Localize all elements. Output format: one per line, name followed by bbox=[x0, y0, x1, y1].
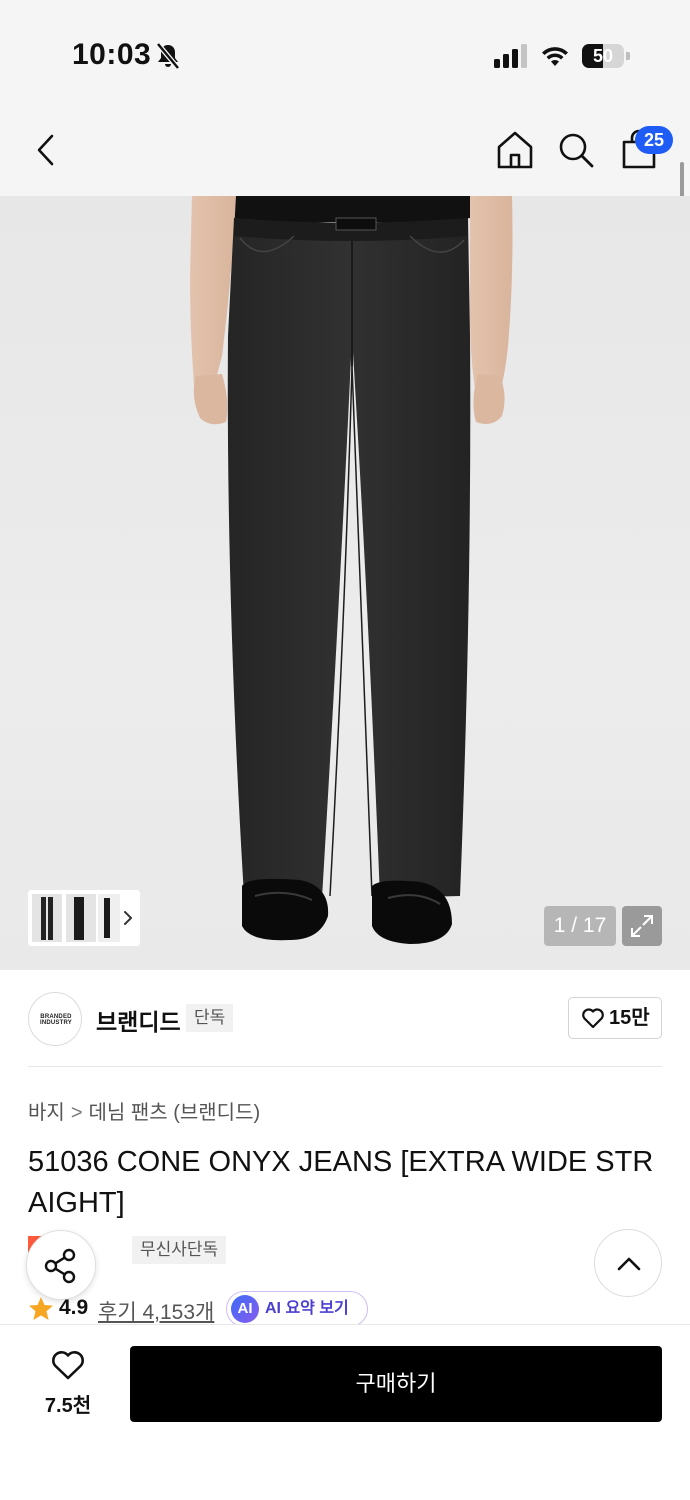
thumbnail-images bbox=[32, 894, 132, 942]
battery-level: 50 bbox=[592, 46, 614, 66]
status-bar: 10:03 50 bbox=[0, 0, 690, 100]
buy-button[interactable]: 구매하기 bbox=[130, 1346, 662, 1422]
home-icon[interactable] bbox=[496, 130, 534, 170]
heart-icon bbox=[582, 1008, 604, 1029]
divider bbox=[28, 1066, 662, 1067]
share-button[interactable] bbox=[26, 1230, 96, 1300]
scroll-top-button[interactable] bbox=[594, 1229, 662, 1297]
search-icon[interactable] bbox=[557, 131, 595, 169]
brand-exclusive-tag: 단독 bbox=[186, 1004, 234, 1032]
brand-like-button[interactable]: 15만 bbox=[568, 997, 662, 1039]
chevron-up-icon bbox=[617, 1257, 641, 1271]
ai-summary-button[interactable]: AI AI 요약 보기 bbox=[226, 1291, 368, 1327]
brand-logo-text: BRANDED INDUSTRY bbox=[39, 1014, 73, 1026]
top-nav: 25 bbox=[0, 100, 690, 196]
breadcrumb-subcategory[interactable]: 데님 팬츠 (브랜디드) bbox=[89, 1102, 261, 1124]
rating-score: 4.9 bbox=[59, 1296, 89, 1319]
share-icon bbox=[44, 1248, 76, 1284]
ai-summary-label: AI 요약 보기 bbox=[265, 1300, 349, 1317]
brand-name[interactable]: 브랜디드 bbox=[96, 1003, 181, 1037]
status-time: 10:03 bbox=[72, 38, 152, 71]
wish-count: 7.5천 bbox=[44, 1395, 92, 1417]
product-detail-page: 10:03 50 25 1 / 17 BRANDED INDUSTRY 브랜디드… bbox=[0, 0, 690, 1500]
expand-icon[interactable] bbox=[622, 906, 662, 946]
product-title: 51036 CONE ONYX JEANS [EXTRA WIDE STRAIG… bbox=[28, 1146, 654, 1219]
thumbnail-strip[interactable] bbox=[28, 890, 140, 946]
battery-icon: 50 bbox=[582, 44, 630, 68]
bell-off-icon bbox=[156, 42, 180, 70]
exclusive-tag: 무신사단독 bbox=[132, 1236, 227, 1264]
back-arrow-icon[interactable] bbox=[30, 130, 66, 170]
product-image[interactable]: 1 / 17 bbox=[0, 196, 690, 970]
signal-icon bbox=[494, 44, 527, 68]
review-count-link[interactable]: 후기 4,153개 bbox=[98, 1296, 214, 1326]
breadcrumb-category[interactable]: 바지 bbox=[28, 1102, 65, 1124]
image-counter: 1 / 17 bbox=[544, 906, 616, 946]
brand-logo[interactable]: BRANDED INDUSTRY bbox=[28, 992, 82, 1046]
bottom-action-bar: 7.5천 구매하기 bbox=[0, 1324, 690, 1500]
cart-count-badge: 25 bbox=[635, 126, 673, 154]
chevron-right-icon bbox=[124, 911, 132, 925]
star-icon bbox=[29, 1297, 53, 1320]
jeans-photo bbox=[190, 196, 513, 944]
breadcrumb: 바지 > 데님 팬츠 (브랜디드) bbox=[28, 1096, 260, 1125]
wifi-icon bbox=[542, 47, 568, 66]
heart-icon[interactable] bbox=[50, 1349, 86, 1381]
brand-like-count: 15만 bbox=[609, 1007, 650, 1029]
ai-badge-icon: AI bbox=[231, 1295, 259, 1323]
breadcrumb-separator: > bbox=[70, 1102, 83, 1124]
